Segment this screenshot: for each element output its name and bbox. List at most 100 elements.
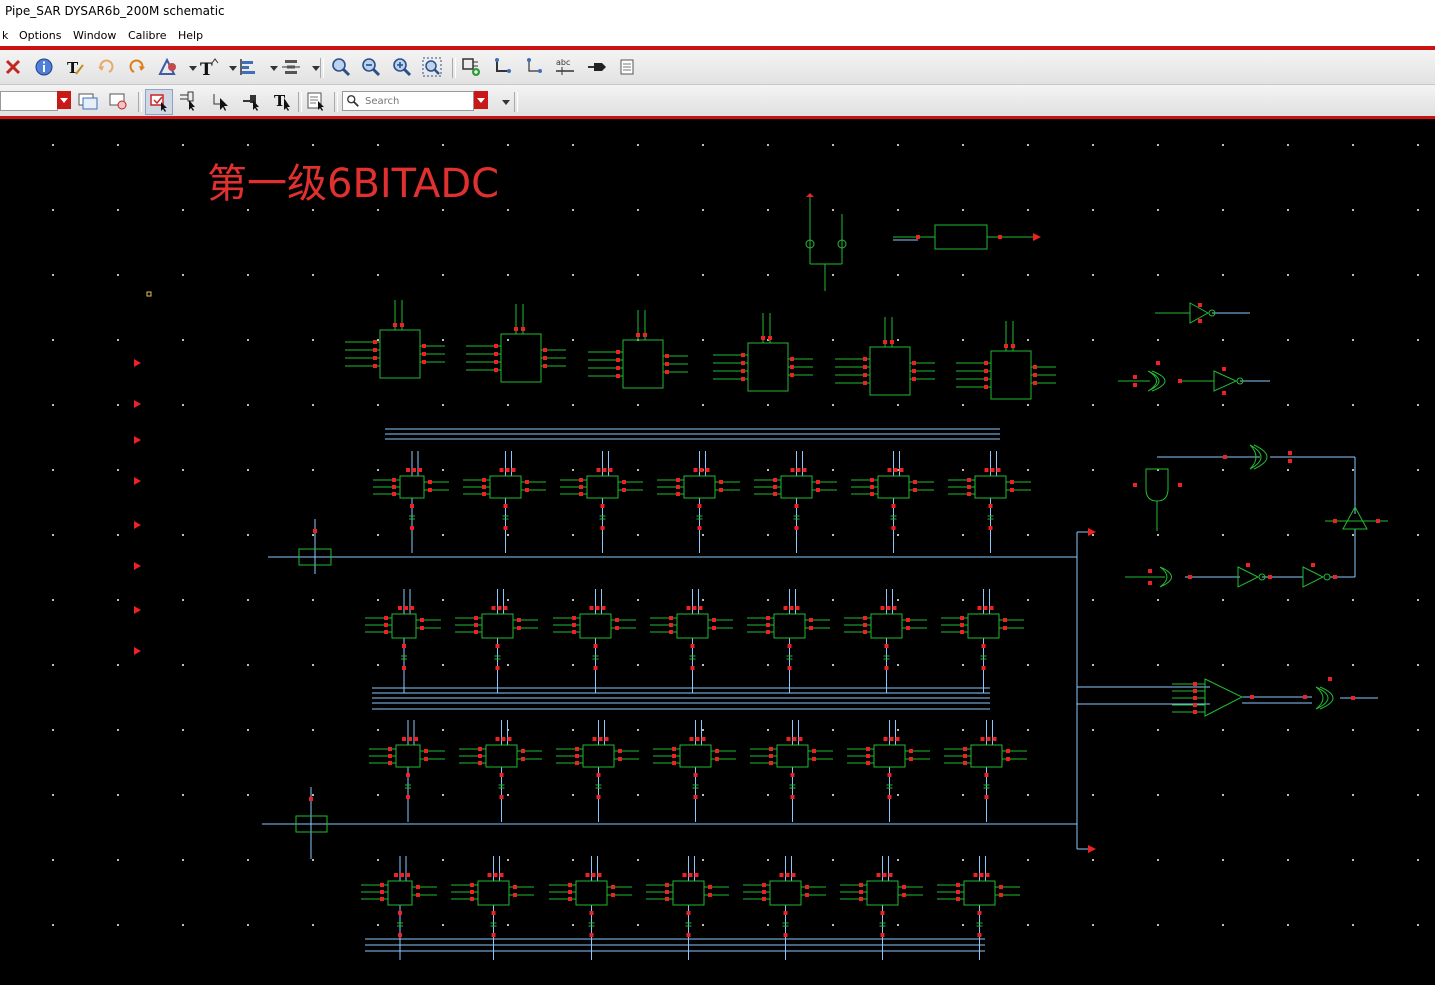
instance-outline[interactable]: [500, 333, 542, 383]
property-icon[interactable]: [616, 56, 638, 78]
distribute-dropdown-icon[interactable]: [305, 56, 320, 78]
menu-item-window[interactable]: Window: [73, 29, 116, 42]
redo-icon[interactable]: [126, 56, 148, 78]
instance-cell[interactable]: [873, 744, 906, 768]
instance-outline[interactable]: [676, 613, 709, 639]
instance-top-block[interactable]: [500, 333, 542, 383]
instance-cell[interactable]: [773, 613, 806, 639]
edit-props-icon[interactable]: [305, 90, 327, 112]
instance-outline[interactable]: [481, 613, 514, 639]
schematic-drawing[interactable]: 第一级6BITADC: [0, 119, 1435, 985]
instance-outline[interactable]: [990, 350, 1032, 400]
instance-outline[interactable]: [672, 880, 705, 906]
instance-cell[interactable]: [477, 880, 510, 906]
instance-outline[interactable]: [769, 880, 802, 906]
instance-outline[interactable]: [773, 613, 806, 639]
select-toggle-icon[interactable]: [145, 89, 173, 115]
instance-cell[interactable]: [575, 880, 608, 906]
instance-outline[interactable]: [379, 329, 421, 379]
instance-outline[interactable]: [679, 744, 712, 768]
instance-outline[interactable]: [683, 475, 716, 499]
align-dropdown-icon[interactable]: [263, 56, 278, 78]
select-nets-icon[interactable]: [241, 90, 263, 112]
label-icon[interactable]: abc: [554, 56, 576, 78]
pin-icon[interactable]: [157, 56, 179, 78]
instance-outline[interactable]: [489, 475, 522, 499]
view-combo[interactable]: [0, 91, 58, 111]
instance-cell[interactable]: [676, 613, 709, 639]
schematic-canvas[interactable]: 第一级6BITADC: [0, 119, 1435, 985]
instance-cell[interactable]: [963, 880, 996, 906]
instance-cell[interactable]: [489, 475, 522, 499]
instance-cell[interactable]: [870, 613, 903, 639]
instance-outline[interactable]: [870, 613, 903, 639]
zoom-area-icon[interactable]: [421, 56, 443, 78]
instance-cell[interactable]: [866, 880, 899, 906]
info-icon[interactable]: [33, 56, 55, 78]
zoom-out-icon[interactable]: [360, 56, 382, 78]
instance-outline[interactable]: [622, 339, 664, 389]
instance-cell[interactable]: [582, 744, 615, 768]
toolbar-more-icon[interactable]: [495, 90, 510, 112]
search-input[interactable]: [363, 93, 473, 109]
instance-top-block[interactable]: [869, 346, 911, 396]
instance-top-block[interactable]: [747, 342, 789, 392]
create-instance-icon[interactable]: [460, 56, 482, 78]
instance-outline[interactable]: [873, 744, 906, 768]
instance-outline[interactable]: [387, 880, 413, 906]
instance-outline[interactable]: [747, 342, 789, 392]
text-dropdown-icon[interactable]: [222, 56, 237, 78]
menu-item-help[interactable]: Help: [178, 29, 203, 42]
instance-outline[interactable]: [974, 475, 1007, 499]
wire-icon[interactable]: [492, 56, 514, 78]
instance-cell[interactable]: [399, 475, 425, 499]
select-pointer-icon[interactable]: [210, 90, 232, 112]
instance-buffer[interactable]: [934, 224, 988, 250]
instance-cell[interactable]: [683, 475, 716, 499]
window-list-icon[interactable]: [77, 90, 99, 112]
distribute-icon[interactable]: [280, 56, 302, 78]
instance-cell[interactable]: [877, 475, 910, 499]
instance-cell[interactable]: [769, 880, 802, 906]
instance-cell[interactable]: [481, 613, 514, 639]
pin-dropdown-icon[interactable]: [182, 56, 197, 78]
instance-outline[interactable]: [869, 346, 911, 396]
instance-outline[interactable]: [877, 475, 910, 499]
text-icon[interactable]: T: [197, 56, 219, 80]
menu-item-options[interactable]: Options: [19, 29, 61, 42]
instance-top-block[interactable]: [622, 339, 664, 389]
instance-cell[interactable]: [395, 744, 421, 768]
instance-cell[interactable]: [679, 744, 712, 768]
undo-icon[interactable]: [95, 56, 117, 78]
instance-cell[interactable]: [586, 475, 619, 499]
instance-cell[interactable]: [780, 475, 813, 499]
instance-outline[interactable]: [391, 613, 417, 639]
search-dropdown-icon[interactable]: [474, 91, 488, 109]
schematic-note-label[interactable]: 第一级6BITADC: [207, 161, 499, 207]
instance-outline[interactable]: [970, 744, 1003, 768]
pin-create-icon[interactable]: [586, 56, 608, 78]
view-combo-dropdown-icon[interactable]: [57, 91, 71, 109]
instance-cell[interactable]: [485, 744, 518, 768]
text-edit-icon[interactable]: T: [64, 56, 86, 78]
zoom-fit-icon[interactable]: [391, 56, 413, 78]
instance-cell[interactable]: [776, 744, 809, 768]
instance-cell[interactable]: [970, 744, 1003, 768]
instance-outline[interactable]: [477, 880, 510, 906]
instance-cell[interactable]: [387, 880, 413, 906]
instance-outline[interactable]: [967, 613, 1000, 639]
select-text-icon[interactable]: T: [272, 90, 294, 112]
search-box[interactable]: [342, 91, 474, 111]
delete-icon[interactable]: [2, 56, 24, 78]
instance-cell[interactable]: [672, 880, 705, 906]
instance-cell[interactable]: [974, 475, 1007, 499]
instance-outline[interactable]: [579, 613, 612, 639]
instance-outline[interactable]: [780, 475, 813, 499]
instance-outline[interactable]: [395, 744, 421, 768]
wire-narrow-icon[interactable]: [523, 56, 545, 78]
instance-top-block[interactable]: [379, 329, 421, 379]
menu-item-k[interactable]: k: [2, 29, 8, 42]
instance-outline[interactable]: [485, 744, 518, 768]
instance-outline[interactable]: [963, 880, 996, 906]
instance-outline[interactable]: [866, 880, 899, 906]
